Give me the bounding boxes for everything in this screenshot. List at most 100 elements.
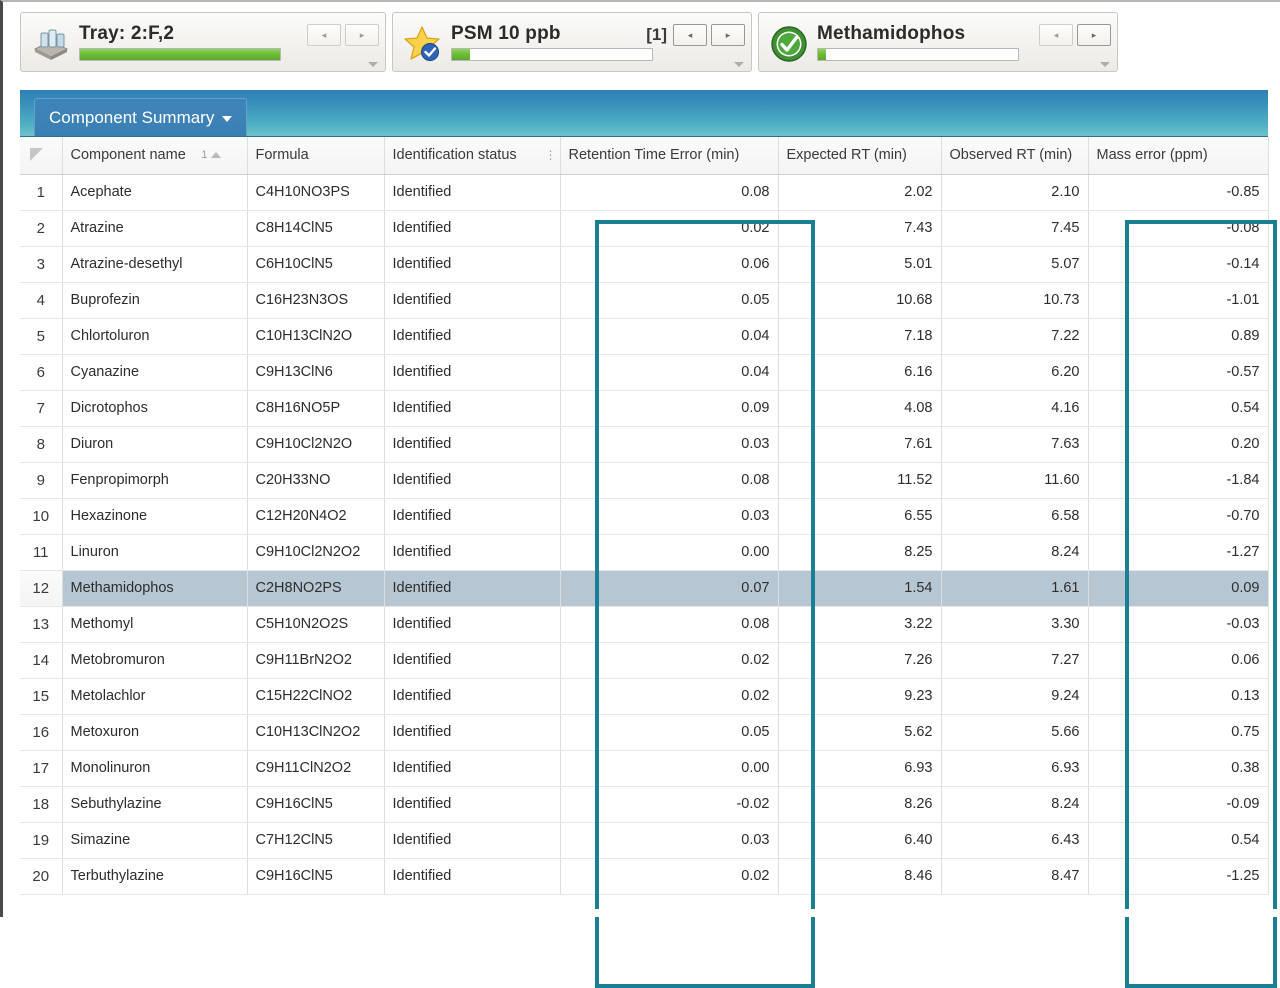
table-row[interactable]: 14 Metobromuron C9H11BrN2O2 Identified 0.02 7…: [20, 642, 1269, 679]
cell-formula: C9H11BrN2O2: [247, 642, 385, 679]
component-status-card[interactable]: Methamidophos ◂ ▸: [758, 12, 1118, 72]
cell-expected-rt: 3.22: [778, 606, 942, 643]
cell-formula: C6H10ClN5: [247, 246, 385, 283]
cell-retention-time-error: -0.02: [560, 786, 779, 823]
table-row[interactable]: 9 Fenpropimorph C20H33NO Identified 0.08 11.5…: [20, 462, 1269, 499]
cell-expected-rt: 7.43: [778, 210, 942, 247]
column-header-identification-status[interactable]: Identification status ⋮: [384, 137, 561, 175]
column-header-component-name[interactable]: Component name 1: [62, 137, 248, 175]
cell-expected-rt: 10.68: [778, 282, 942, 319]
cell-observed-rt: 8.47: [941, 858, 1089, 895]
component-title: Methamidophos: [817, 23, 966, 44]
cell-component-name: Hexazinone: [62, 498, 248, 535]
table-row[interactable]: 5 Chlortoluron C10H13ClN2O Identified 0.04 7.…: [20, 318, 1269, 355]
component-prev-button[interactable]: ◂: [1039, 24, 1073, 46]
cell-retention-time-error: 0.02: [560, 210, 779, 247]
cell-mass-error: -1.27: [1088, 534, 1269, 571]
cell-expected-rt: 6.40: [778, 822, 942, 859]
sample-next-button[interactable]: ▸: [711, 24, 745, 46]
sort-order-number: 1: [201, 149, 208, 162]
application-window: Tray: 2:F,2 ◂ ▸ PSM 10 ppb [1] ◂ ▸ Metha…: [0, 0, 1280, 988]
chevron-down-icon[interactable]: [222, 116, 233, 122]
component-status-body: Methamidophos: [811, 23, 1039, 61]
table-row[interactable]: 18 Sebuthylazine C9H16ClN5 Identified -0.02 8…: [20, 786, 1269, 823]
table-row[interactable]: 10 Hexazinone C12H20N4O2 Identified 0.03 6.55…: [20, 498, 1269, 535]
column-header-formula-label: Formula: [255, 147, 309, 164]
table-row[interactable]: 13 Methomyl C5H10N2O2S Identified 0.08 3.22 3.…: [20, 606, 1269, 643]
cell-formula: C12H20N4O2: [247, 498, 385, 535]
cell-identification-status: Identified: [384, 678, 561, 715]
cell-component-name: Atrazine-desethyl: [62, 246, 248, 283]
cell-formula: C2H8NO2PS: [247, 570, 385, 607]
component-next-button[interactable]: ▸: [1077, 24, 1111, 46]
component-dropdown-caret-icon[interactable]: [1100, 62, 1110, 67]
cell-formula: C10H13ClN2O: [247, 318, 385, 355]
table-row[interactable]: 15 Metolachlor C15H22ClNO2 Identified 0.02 9.…: [20, 678, 1269, 715]
tray-next-button[interactable]: ▸: [345, 24, 379, 46]
table-row[interactable]: 7 Dicrotophos C8H16NO5P Identified 0.09 4.08 4…: [20, 390, 1269, 427]
column-resize-grip[interactable]: ⋮: [545, 149, 557, 161]
cell-observed-rt: 7.45: [941, 210, 1089, 247]
row-number: 8: [20, 426, 63, 463]
cell-expected-rt: 8.25: [778, 534, 942, 571]
sample-nav-buttons[interactable]: ◂ ▸: [673, 24, 745, 46]
cell-component-name: Acephate: [62, 174, 248, 211]
column-header-retention-time-error[interactable]: Retention Time Error (min): [560, 137, 779, 175]
column-header-expected-rt[interactable]: Expected RT (min): [778, 137, 942, 175]
cell-expected-rt: 5.01: [778, 246, 942, 283]
column-header-formula[interactable]: Formula: [247, 137, 385, 175]
component-nav-buttons[interactable]: ◂ ▸: [1039, 24, 1111, 46]
cell-component-name: Metolachlor: [62, 678, 248, 715]
sample-prev-button[interactable]: ◂: [673, 24, 707, 46]
column-header-observed-rt[interactable]: Observed RT (min): [941, 137, 1089, 175]
cell-identification-status: Identified: [384, 642, 561, 679]
row-number: 14: [20, 642, 63, 679]
cell-mass-error: -1.01: [1088, 282, 1269, 319]
cell-expected-rt: 6.16: [778, 354, 942, 391]
cell-identification-status: Identified: [384, 282, 561, 319]
cell-identification-status: Identified: [384, 498, 561, 535]
cell-identification-status: Identified: [384, 354, 561, 391]
cell-formula: C15H22ClNO2: [247, 678, 385, 715]
tray-dropdown-caret-icon[interactable]: [368, 62, 378, 67]
sort-indicator[interactable]: 1: [201, 149, 221, 162]
cell-expected-rt: 8.46: [778, 858, 942, 895]
cell-expected-rt: 6.55: [778, 498, 942, 535]
cell-mass-error: -0.57: [1088, 354, 1269, 391]
cell-mass-error: 0.75: [1088, 714, 1269, 751]
cell-retention-time-error: 0.03: [560, 498, 779, 535]
select-all-corner[interactable]: [20, 137, 63, 175]
component-summary-grid[interactable]: Component name 1 Formula Identification …: [20, 137, 1269, 895]
table-row[interactable]: 8 Diuron C9H10Cl2N2O Identified 0.03 7.61 7.63…: [20, 426, 1269, 463]
table-row[interactable]: 6 Cyanazine C9H13ClN6 Identified 0.04 6.16 6.2…: [20, 354, 1269, 391]
table-row[interactable]: 19 Simazine C7H12ClN5 Identified 0.03 6.40 6.4…: [20, 822, 1269, 859]
table-row[interactable]: 3 Atrazine-desethyl C6H10ClN5 Identified 0.0…: [20, 246, 1269, 283]
tray-status-card[interactable]: Tray: 2:F,2 ◂ ▸: [20, 12, 386, 72]
cell-formula: C9H10Cl2N2O2: [247, 534, 385, 571]
table-row[interactable]: 17 Monolinuron C9H11ClN2O2 Identified 0.00 6.…: [20, 750, 1269, 787]
table-row[interactable]: 11 Linuron C9H10Cl2N2O2 Identified 0.00 8.25 8…: [20, 534, 1269, 571]
table-row[interactable]: 12 Methamidophos C2H8NO2PS Identified 0.07 1.…: [20, 570, 1269, 607]
sample-status-card[interactable]: PSM 10 ppb [1] ◂ ▸: [392, 12, 752, 72]
cell-component-name: Dicrotophos: [62, 390, 248, 427]
row-number: 10: [20, 498, 63, 535]
cell-observed-rt: 1.61: [941, 570, 1089, 607]
tray-nav-buttons[interactable]: ◂ ▸: [307, 24, 379, 46]
table-row[interactable]: 16 Metoxuron C10H13ClN2O2 Identified 0.05 5.6…: [20, 714, 1269, 751]
cell-formula: C20H33NO: [247, 462, 385, 499]
column-header-mass-error[interactable]: Mass error (ppm): [1088, 137, 1269, 175]
tab-component-summary[interactable]: Component Summary: [34, 98, 248, 136]
cell-expected-rt: 7.18: [778, 318, 942, 355]
tray-prev-button[interactable]: ◂: [307, 24, 341, 46]
cell-mass-error: 0.06: [1088, 642, 1269, 679]
row-number: 7: [20, 390, 63, 427]
table-row[interactable]: 1 Acephate C4H10NO3PS Identified 0.08 2.02 2.1…: [20, 174, 1269, 211]
table-row[interactable]: 2 Atrazine C8H14ClN5 Identified 0.02 7.43 7.45…: [20, 210, 1269, 247]
table-row[interactable]: 4 Buprofezin C16H23N3OS Identified 0.05 10.68…: [20, 282, 1269, 319]
cell-component-name: Methamidophos: [62, 570, 248, 607]
cell-retention-time-error: 0.08: [560, 174, 779, 211]
table-row[interactable]: 20 Terbuthylazine C9H16ClN5 Identified 0.02 8…: [20, 858, 1269, 895]
sample-dropdown-caret-icon[interactable]: [734, 62, 744, 67]
cell-retention-time-error: 0.00: [560, 750, 779, 787]
cell-identification-status: Identified: [384, 534, 561, 571]
